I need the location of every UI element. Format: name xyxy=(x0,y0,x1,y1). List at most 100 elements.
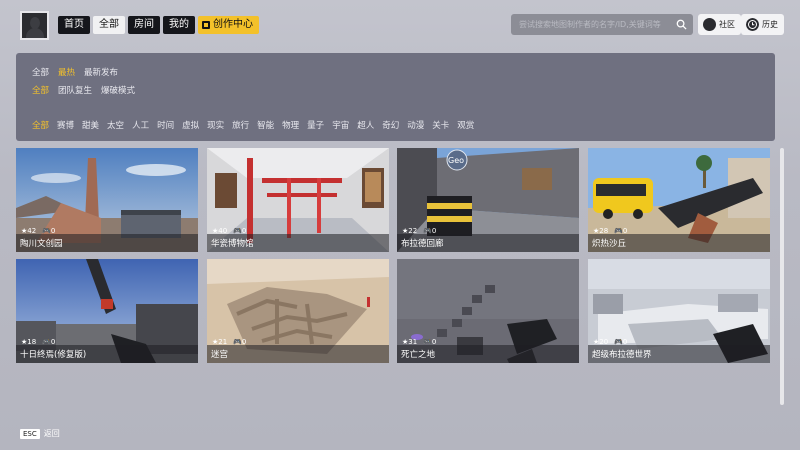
star-icon: ★22 xyxy=(402,227,418,235)
gamepad-icon: 🎮0 xyxy=(614,227,628,235)
map-card[interactable]: ★21 🎮0 迷宫 xyxy=(207,259,389,363)
star-icon: ★21 xyxy=(212,338,228,346)
filter-tag[interactable]: 智能 xyxy=(257,119,274,131)
filter-tag[interactable]: 现实 xyxy=(207,119,224,131)
star-icon: ★28 xyxy=(593,227,609,235)
filter-tag[interactable]: 关卡 xyxy=(432,119,449,131)
star-count: 22 xyxy=(408,227,418,235)
map-card[interactable]: ★40 🎮0 华瓷博物馆 xyxy=(207,148,389,252)
tab-rooms[interactable]: 房间 xyxy=(128,16,160,34)
card-stats: ★28 🎮0 xyxy=(593,227,627,235)
filter-tag[interactable]: 太空 xyxy=(107,119,124,131)
map-card[interactable]: ★28 🎮0 炽热沙丘 xyxy=(588,148,770,252)
player-count: 0 xyxy=(241,227,247,235)
search-input[interactable]: 尝试搜索地图制作者的名字/ID,关键词等 xyxy=(511,14,693,35)
card-stats: ★22 🎮0 xyxy=(402,227,436,235)
mode-filter-row: 全部 团队复生 爆破模式 xyxy=(32,84,135,96)
star-count: 28 xyxy=(599,227,609,235)
card-caption-bar xyxy=(207,345,389,363)
tab-mine[interactable]: 我的 xyxy=(163,16,195,34)
top-nav: 首页 全部 房间 我的 创作中心 xyxy=(58,16,259,34)
filter-tag[interactable]: 甜美 xyxy=(82,119,99,131)
filter-tag[interactable]: 全部 xyxy=(32,119,49,131)
card-stats: ★31 🎮0 xyxy=(402,338,436,346)
filter-mode-demolition[interactable]: 爆破模式 xyxy=(101,84,135,96)
map-title: 华瓷博物馆 xyxy=(211,239,254,249)
star-icon: ★42 xyxy=(21,227,37,235)
create-center-label: 创作中心 xyxy=(213,19,253,30)
search-placeholder: 尝试搜索地图制作者的名字/ID,关键词等 xyxy=(519,20,661,29)
gamepad-icon: 🎮0 xyxy=(233,338,247,346)
card-stats: ★21 🎮0 xyxy=(212,338,246,346)
map-card[interactable]: ★31 🎮0 死亡之地 xyxy=(397,259,579,363)
player-count: 0 xyxy=(431,227,437,235)
back-label: 返回 xyxy=(43,429,60,438)
tab-create-center[interactable]: 创作中心 xyxy=(198,16,259,34)
avatar[interactable] xyxy=(20,11,49,40)
star-count: 42 xyxy=(27,227,37,235)
filter-panel: 全部 最热 最新发布 全部 团队复生 爆破模式 全部 赛博 甜美 太空 人工 时… xyxy=(16,53,775,141)
filter-tag[interactable]: 超人 xyxy=(357,119,374,131)
map-card[interactable]: Geo ★22 🎮0 布拉德回廊 xyxy=(397,148,579,252)
filter-tag[interactable]: 量子 xyxy=(307,119,324,131)
history-button[interactable]: 历史 xyxy=(741,14,784,35)
map-title: 迷宫 xyxy=(211,350,229,360)
filter-tag[interactable]: 动漫 xyxy=(407,119,424,131)
gamepad-icon: 🎮0 xyxy=(42,338,56,346)
star-count: 20 xyxy=(599,338,609,346)
history-label: 历史 xyxy=(762,20,778,29)
player-count: 0 xyxy=(241,338,247,346)
filter-tag[interactable]: 人工 xyxy=(132,119,149,131)
player-count: 0 xyxy=(622,338,628,346)
clock-icon xyxy=(746,18,759,31)
gamepad-icon: 🎮0 xyxy=(423,227,437,235)
map-card[interactable]: ★20 🎮0 超级布拉德世界 xyxy=(588,259,770,363)
tab-all[interactable]: 全部 xyxy=(93,16,125,34)
star-icon: ★31 xyxy=(402,338,418,346)
filter-tag[interactable]: 旅行 xyxy=(232,119,249,131)
scrollbar[interactable] xyxy=(780,148,784,405)
star-count: 40 xyxy=(218,227,228,235)
filter-sort-newest[interactable]: 最新发布 xyxy=(84,66,118,78)
map-title: 布拉德回廊 xyxy=(401,239,444,249)
filter-tag[interactable]: 奇幻 xyxy=(382,119,399,131)
map-title: 炽热沙丘 xyxy=(592,239,627,249)
filter-sort-all[interactable]: 全部 xyxy=(32,66,49,78)
card-stats: ★18 🎮0 xyxy=(21,338,55,346)
filter-mode-team-revive[interactable]: 团队复生 xyxy=(58,84,92,96)
player-count: 0 xyxy=(622,227,628,235)
filter-tag[interactable]: 宇宙 xyxy=(332,119,349,131)
gamepad-icon: 🎮0 xyxy=(423,338,437,346)
player-count: 0 xyxy=(431,338,437,346)
esc-key-label: ESC xyxy=(20,428,40,439)
gamepad-icon: 🎮0 xyxy=(233,227,247,235)
gamepad-icon: 🎮0 xyxy=(614,338,628,346)
filter-tag[interactable]: 观赏 xyxy=(457,119,474,131)
filter-sort-hottest[interactable]: 最热 xyxy=(58,66,75,78)
map-card[interactable]: ★42 🎮0 陶川文创园 xyxy=(16,148,198,252)
filter-mode-all[interactable]: 全部 xyxy=(32,84,49,96)
filter-tag[interactable]: 虚拟 xyxy=(182,119,199,131)
community-button[interactable]: 社区 xyxy=(698,14,741,35)
map-title: 陶川文创园 xyxy=(20,239,63,249)
map-card[interactable]: ★18 🎮0 十日终焉(修复版) xyxy=(16,259,198,363)
tag-filter-row: 全部 赛博 甜美 太空 人工 时间 虚拟 现实 旅行 智能 物理 量子 宇宙 超… xyxy=(32,119,474,131)
star-icon: ★20 xyxy=(593,338,609,346)
map-title: 十日终焉(修复版) xyxy=(20,350,87,360)
tab-home[interactable]: 首页 xyxy=(58,16,90,34)
filter-tag[interactable]: 时间 xyxy=(157,119,174,131)
card-stats: ★40 🎮0 xyxy=(212,227,246,235)
community-icon xyxy=(703,18,716,31)
player-count: 0 xyxy=(50,338,56,346)
back-button[interactable]: ESC 返回 xyxy=(20,428,60,439)
player-count: 0 xyxy=(50,227,56,235)
star-icon: ★40 xyxy=(212,227,228,235)
star-count: 31 xyxy=(408,338,418,346)
star-icon: ★18 xyxy=(21,338,37,346)
filter-tag[interactable]: 物理 xyxy=(282,119,299,131)
geo-sign: Geo xyxy=(448,156,464,165)
map-title: 超级布拉德世界 xyxy=(592,350,652,360)
avatar-body xyxy=(26,28,44,38)
filter-tag[interactable]: 赛博 xyxy=(57,119,74,131)
search-icon[interactable] xyxy=(676,19,687,30)
